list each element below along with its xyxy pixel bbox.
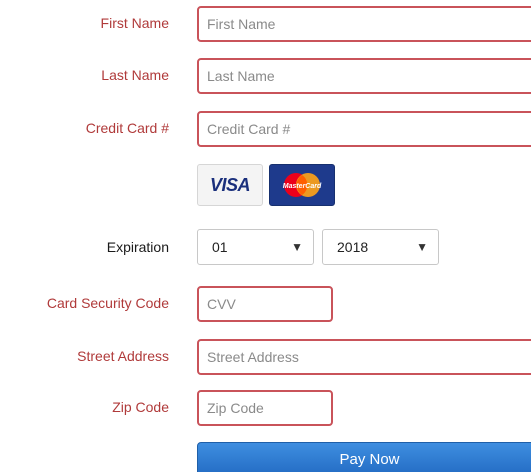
mastercard-circles: MasterCard bbox=[283, 173, 322, 197]
cvv-input[interactable] bbox=[197, 286, 333, 322]
expiration-label: Expiration bbox=[106, 239, 169, 255]
payment-form: First Name Last Name Credit Card # VISA … bbox=[0, 0, 531, 472]
visa-logo-text: VISA bbox=[209, 174, 251, 195]
mastercard-icon: MasterCard bbox=[269, 164, 335, 206]
first-name-input[interactable] bbox=[197, 6, 531, 42]
zip-code-label: Zip Code bbox=[112, 399, 169, 415]
zip-code-input[interactable] bbox=[197, 390, 333, 426]
first-name-label: First Name bbox=[100, 15, 169, 31]
visa-card-icon: VISA bbox=[197, 164, 263, 206]
last-name-input[interactable] bbox=[197, 58, 531, 94]
pay-now-button[interactable]: Pay Now bbox=[197, 442, 531, 472]
expiration-year-select[interactable]: 2018 ▼ bbox=[322, 229, 439, 265]
card-brand-logos: VISA MasterCard bbox=[197, 164, 335, 206]
mastercard-logo-text: MasterCard bbox=[283, 183, 322, 190]
expiration-month-value: 01 bbox=[212, 239, 228, 255]
credit-card-label: Credit Card # bbox=[85, 120, 169, 136]
cvv-label: Card Security Code bbox=[46, 295, 169, 311]
chevron-down-icon: ▼ bbox=[416, 240, 428, 254]
expiration-month-select[interactable]: 01 ▼ bbox=[197, 229, 314, 265]
street-address-input[interactable] bbox=[197, 339, 531, 375]
chevron-down-icon: ▼ bbox=[291, 240, 303, 254]
credit-card-input[interactable] bbox=[197, 111, 531, 147]
last-name-label: Last Name bbox=[101, 67, 169, 83]
street-address-label: Street Address bbox=[77, 348, 169, 364]
expiration-year-value: 2018 bbox=[337, 239, 369, 255]
